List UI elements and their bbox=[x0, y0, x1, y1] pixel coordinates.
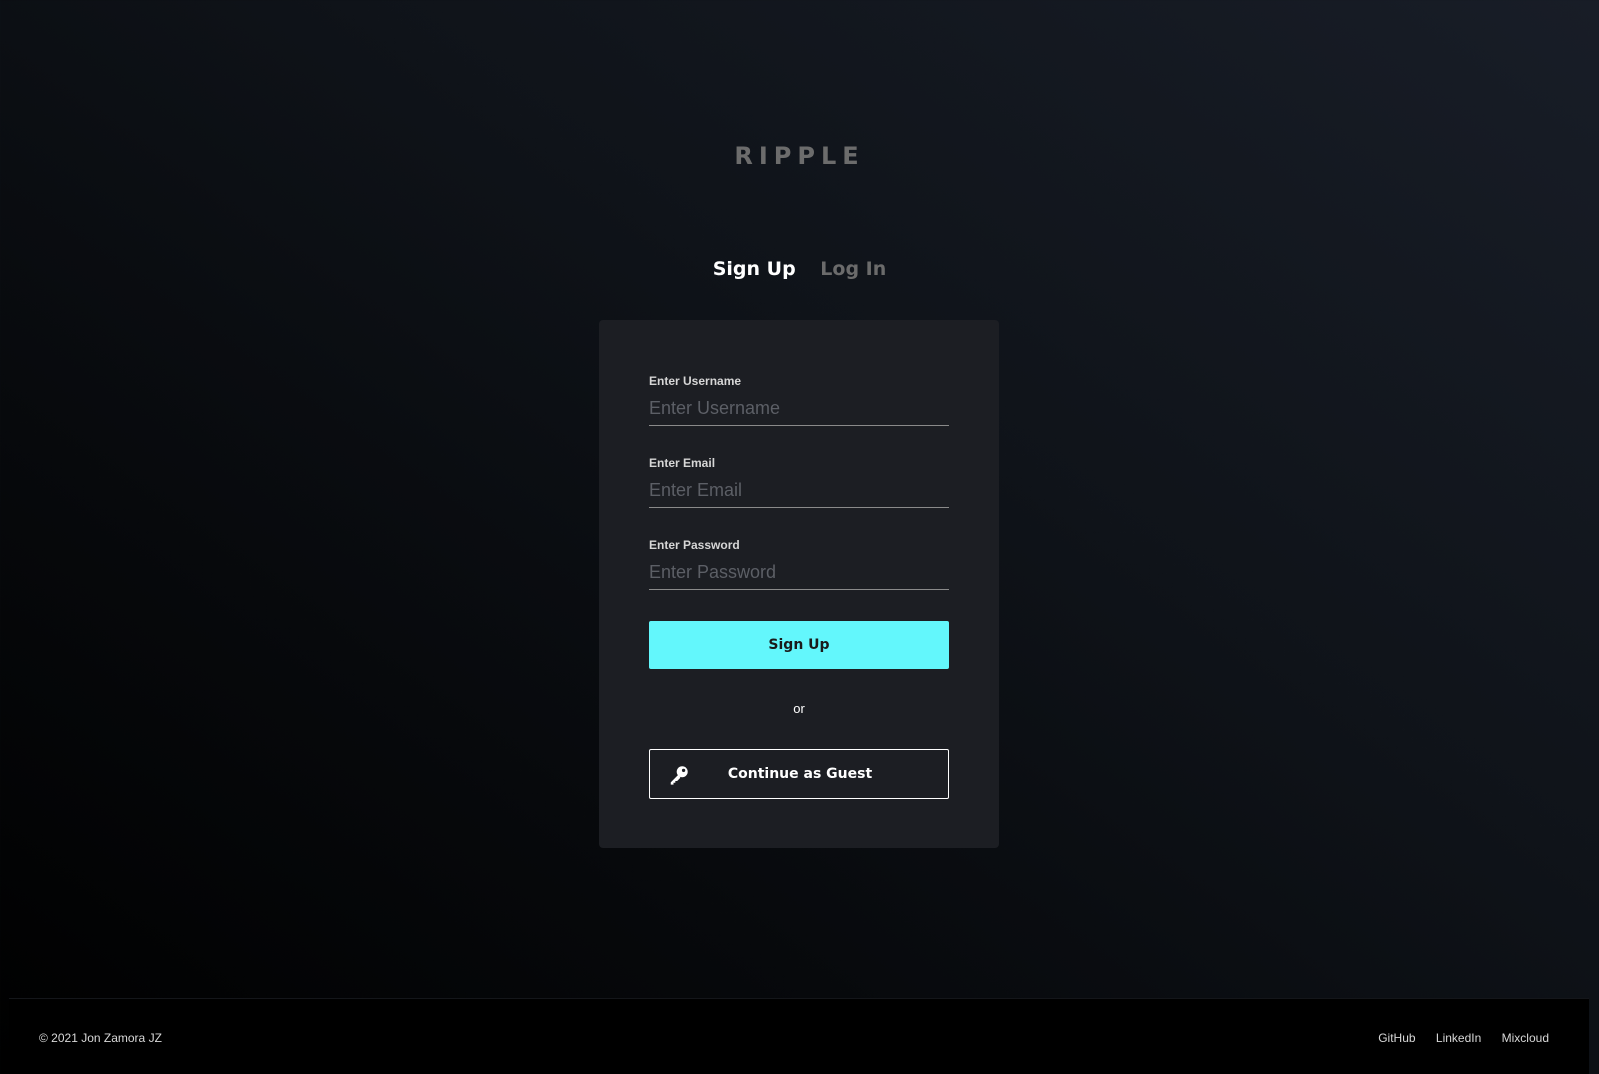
signup-card: Enter Username Enter Email Enter Passwor… bbox=[599, 320, 999, 848]
or-divider: or bbox=[793, 701, 805, 716]
password-input[interactable] bbox=[649, 562, 949, 590]
tab-sign-up[interactable]: Sign Up bbox=[713, 258, 796, 280]
email-input[interactable] bbox=[649, 480, 949, 508]
password-label: Enter Password bbox=[649, 538, 740, 552]
password-field-group: Enter Password bbox=[649, 538, 949, 590]
footer-link-github[interactable]: GitHub bbox=[1378, 1031, 1415, 1045]
email-label: Enter Email bbox=[649, 456, 716, 470]
app-logo: RIPPLE bbox=[734, 142, 865, 170]
footer-link-mixcloud[interactable]: Mixcloud bbox=[1502, 1031, 1549, 1045]
username-input[interactable] bbox=[649, 398, 949, 426]
auth-page: RIPPLE Sign Up Log In Enter Username Ent… bbox=[0, 0, 1599, 1074]
guest-button-label: Continue as Guest bbox=[727, 766, 873, 782]
continue-as-guest-button[interactable]: Continue as Guest bbox=[649, 749, 949, 799]
footer-link-linkedin[interactable]: LinkedIn bbox=[1436, 1031, 1481, 1045]
copyright-text: © 2021 Jon Zamora JZ bbox=[39, 1031, 162, 1045]
footer: © 2021 Jon Zamora JZ GitHub LinkedIn Mix… bbox=[9, 998, 1589, 1074]
footer-links: GitHub LinkedIn Mixcloud bbox=[1361, 1031, 1549, 1045]
auth-tabs: Sign Up Log In bbox=[0, 258, 1599, 280]
username-label: Enter Username bbox=[649, 374, 742, 388]
tab-log-in[interactable]: Log In bbox=[820, 258, 886, 280]
username-field-group: Enter Username bbox=[649, 374, 949, 426]
sign-up-button[interactable]: Sign Up bbox=[649, 621, 949, 669]
email-field-group: Enter Email bbox=[649, 456, 949, 508]
